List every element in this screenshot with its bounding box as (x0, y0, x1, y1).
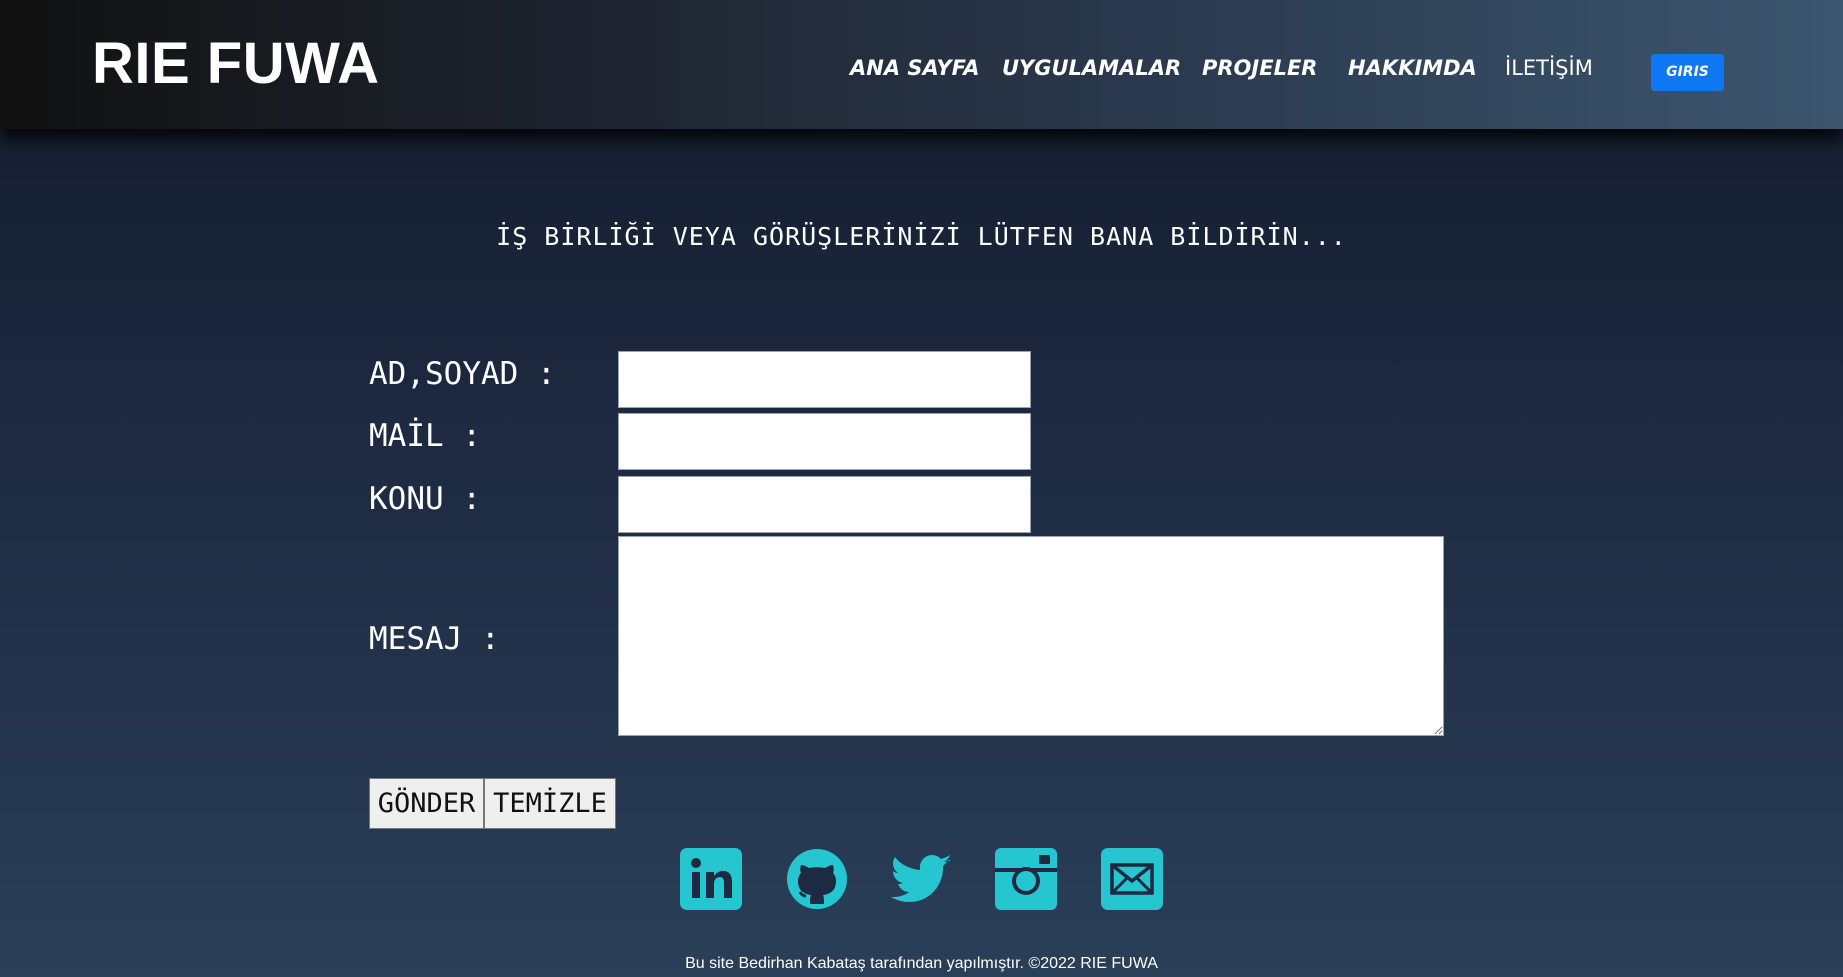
twitter-icon (891, 855, 951, 902)
login-button[interactable]: GIRIS (1651, 54, 1724, 91)
nav-item-about[interactable]: HAKKIMDA (1348, 56, 1477, 80)
site-footer: Bu site Bedirhan Kabataş tarafından yapı… (685, 955, 1158, 972)
subject-label: KONU : (369, 481, 481, 517)
github-icon (787, 849, 847, 909)
message-label: MESAJ : (369, 621, 500, 657)
mail-icon (1101, 848, 1163, 910)
nav-item-apps[interactable]: UYGULAMALAR (1002, 56, 1181, 80)
linkedin-link[interactable] (680, 848, 742, 910)
github-link[interactable] (786, 848, 848, 910)
name-label: AD,SOYAD : (369, 356, 556, 392)
name-field[interactable] (618, 351, 1031, 408)
site-header: RIE FUWA ANA SAYFA UYGULAMALAR PROJELER … (0, 0, 1843, 129)
send-button[interactable]: GÖNDER (369, 778, 484, 829)
mail-link[interactable] (1101, 848, 1163, 910)
nav-item-contact[interactable]: İLETİŞİM (1505, 56, 1593, 80)
clear-button[interactable]: TEMİZLE (484, 778, 616, 829)
subject-field[interactable] (618, 476, 1031, 533)
instagram-icon (995, 848, 1057, 910)
instagram-link[interactable] (995, 848, 1057, 910)
mail-field[interactable] (618, 413, 1031, 470)
nav-item-home[interactable]: ANA SAYFA (850, 56, 979, 80)
message-textarea[interactable] (618, 536, 1444, 736)
contact-heading: İŞ BİRLİĞİ VEYA GÖRÜŞLERİNİZİ LÜTFEN BAN… (496, 222, 1347, 251)
linkedin-icon (680, 848, 742, 910)
nav-item-projects[interactable]: PROJELER (1202, 56, 1317, 80)
mail-label: MAİL : (369, 418, 481, 454)
site-logo[interactable]: RIE FUWA (92, 30, 380, 97)
twitter-link[interactable] (891, 848, 953, 910)
